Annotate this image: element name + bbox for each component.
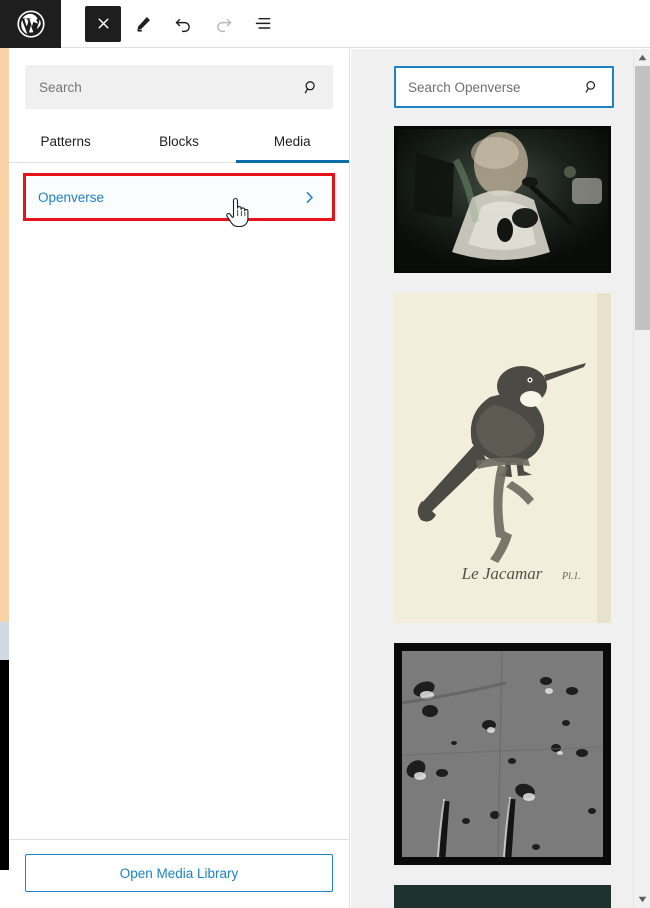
media-source-list: Openverse xyxy=(9,163,349,221)
tab-media-label: Media xyxy=(273,134,311,149)
inserter-content-spacer xyxy=(9,221,349,839)
block-inserter-panel: Patterns Blocks Media Openverse xyxy=(9,49,350,908)
page-edge-bluegray-strip xyxy=(0,622,9,660)
media-panel-scrollbar[interactable] xyxy=(633,49,650,908)
media-source-openverse[interactable]: Openverse xyxy=(28,178,330,216)
open-media-library-label: Open Media Library xyxy=(119,865,239,881)
list-view-button[interactable] xyxy=(245,6,281,42)
redo-button[interactable] xyxy=(205,6,241,42)
openverse-media-panel: Le Jacamar Pl.1. xyxy=(351,49,650,908)
search-icon[interactable] xyxy=(297,73,325,101)
inserter-tabs: Patterns Blocks Media xyxy=(9,121,350,163)
scroll-down-arrow-icon[interactable] xyxy=(634,891,650,908)
tab-blocks[interactable]: Blocks xyxy=(122,121,235,162)
media-thumbnail-grid: Le Jacamar Pl.1. xyxy=(351,108,650,908)
editor-root: Patterns Blocks Media Openverse xyxy=(0,0,650,908)
edit-tool-button[interactable] xyxy=(125,6,161,42)
search-field[interactable] xyxy=(25,65,333,109)
media-source-openverse-label: Openverse xyxy=(38,189,105,205)
undo-button[interactable] xyxy=(165,6,201,42)
inserter-search-wrap xyxy=(9,49,349,109)
editor-toolbar xyxy=(0,0,650,48)
scroll-up-arrow-icon[interactable] xyxy=(634,49,650,66)
page-edge-black-strip xyxy=(0,660,9,870)
chevron-right-icon xyxy=(301,189,318,206)
openverse-search-field[interactable] xyxy=(394,66,623,108)
svg-text:Pl.1.: Pl.1. xyxy=(561,571,581,582)
media-thumbnail[interactable] xyxy=(394,885,611,908)
toolbar-button-group xyxy=(85,5,281,42)
inserter-footer: Open Media Library xyxy=(9,839,349,908)
media-thumbnail[interactable]: Le Jacamar Pl.1. xyxy=(394,293,611,623)
wordpress-logo-icon[interactable] xyxy=(0,0,61,48)
tab-patterns-label: Patterns xyxy=(40,134,91,149)
open-media-library-button[interactable]: Open Media Library xyxy=(25,854,333,892)
close-inserter-button[interactable] xyxy=(85,5,121,42)
tab-media[interactable]: Media xyxy=(235,121,350,163)
search-input[interactable] xyxy=(25,65,333,109)
tab-patterns[interactable]: Patterns xyxy=(9,121,122,162)
search-icon[interactable] xyxy=(580,75,604,99)
media-thumbnail[interactable] xyxy=(394,126,611,273)
openverse-search-wrap xyxy=(351,49,650,108)
scrollbar-thumb[interactable] xyxy=(635,66,650,330)
media-thumbnail[interactable] xyxy=(394,643,611,865)
page-edge-orange-strip xyxy=(0,48,9,622)
annotation-highlight-box: Openverse xyxy=(23,173,335,221)
tab-blocks-label: Blocks xyxy=(159,134,199,149)
svg-text:Le Jacamar: Le Jacamar xyxy=(461,564,543,583)
